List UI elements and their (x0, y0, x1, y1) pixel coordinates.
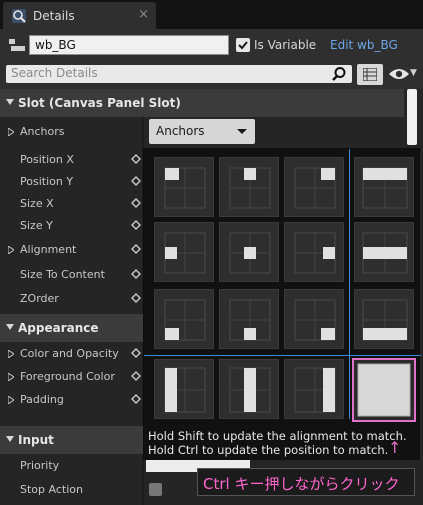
anchor-preset-bottom-left[interactable] (154, 289, 214, 349)
position-y-label: Position Y (20, 175, 74, 188)
anchor-bottom-center-icon (229, 299, 271, 341)
anchor-preset-top-left[interactable] (154, 157, 214, 217)
anchor-top-stretch-icon (362, 167, 408, 209)
anchor-preset-right-stretch[interactable] (284, 359, 344, 419)
zorder-label: ZOrder (20, 292, 59, 305)
anchor-top-right-icon (294, 167, 336, 209)
anchor-presets-popup: Hold Shift to update the alignment to ma… (143, 148, 421, 460)
keyframe-diamond-icon[interactable] (131, 371, 141, 381)
anchor-preset-center-stretch[interactable] (354, 222, 414, 282)
anchor-preset-middle-right[interactable] (284, 222, 344, 282)
keyframe-diamond-icon[interactable] (131, 394, 141, 404)
anchor-preset-vertical-center-stretch[interactable] (219, 359, 279, 419)
annotation-arrow: ↑ (388, 438, 402, 457)
anchor-preset-center[interactable] (219, 222, 279, 282)
anchors-dropdown[interactable]: Anchors (149, 119, 255, 144)
color-and-opacity-label: Color and Opacity (20, 347, 119, 360)
is-variable-label: Is Variable (254, 38, 317, 52)
alignment-label: Alignment (20, 243, 77, 256)
size-to-content-label: Size To Content (20, 268, 105, 281)
tab-details[interactable]: Details × (3, 2, 156, 29)
widget-type-icon (9, 39, 25, 51)
anchor-preset-top-stretch[interactable] (354, 157, 414, 217)
anchor-right-stretch-icon (294, 367, 336, 413)
chevron-down-icon (237, 129, 247, 134)
checkmark-icon (238, 41, 248, 50)
collapse-arrow-icon (6, 324, 14, 330)
anchor-preset-bottom-center[interactable] (219, 289, 279, 349)
anchors-label: Anchors (20, 125, 65, 138)
hint-shift: Hold Shift to update the alignment to ma… (148, 429, 407, 443)
keyframe-diamond-icon[interactable] (131, 244, 141, 254)
expand-arrow-icon[interactable] (8, 350, 14, 358)
size-y-label: Size Y (20, 219, 53, 232)
anchor-preset-middle-left[interactable] (154, 222, 214, 282)
anchor-middle-right-icon (294, 232, 336, 274)
search-icon[interactable] (331, 66, 347, 82)
anchor-left-stretch-icon (164, 367, 206, 413)
expand-arrow-icon[interactable] (8, 128, 14, 136)
search-row: Search Details ▼ (0, 61, 423, 89)
expand-arrow-icon[interactable] (8, 246, 14, 254)
is-variable-checkbox[interactable] (236, 38, 250, 52)
tab-label: Details (33, 9, 75, 23)
widget-name-input[interactable]: wb_BG (29, 35, 229, 55)
keyframe-diamond-icon[interactable] (131, 348, 141, 358)
section-slot[interactable]: Slot (Canvas Panel Slot) (0, 89, 404, 117)
foreground-color-label: Foreground Color (20, 370, 115, 383)
size-x-label: Size X (20, 197, 54, 210)
tab-close-icon[interactable]: × (138, 7, 149, 22)
collapse-arrow-icon (6, 436, 14, 442)
anchor-center-stretch-icon (362, 232, 408, 274)
expand-arrow-icon[interactable] (8, 373, 14, 381)
anchor-center-icon (229, 232, 271, 274)
details-search-icon (12, 9, 26, 23)
anchor-preset-top-center[interactable] (219, 157, 279, 217)
edit-widget-link[interactable]: Edit wb_BG (330, 38, 398, 52)
keyframe-diamond-icon[interactable] (131, 293, 141, 303)
grid-icon (363, 68, 377, 81)
anchor-bottom-stretch-icon (362, 299, 408, 341)
anchor-middle-left-icon (164, 232, 206, 274)
anchor-preset-bottom-right[interactable] (284, 289, 344, 349)
preset-divider-vertical (349, 149, 350, 419)
section-input-label: Input (18, 433, 54, 447)
anchors-dropdown-label: Anchors (156, 124, 205, 138)
keyframe-diamond-icon[interactable] (131, 198, 141, 208)
position-x-label: Position X (20, 153, 74, 166)
anchor-preset-top-right[interactable] (284, 157, 344, 217)
anchor-bottom-left-icon (164, 299, 206, 341)
keyframe-diamond-icon[interactable] (131, 176, 141, 186)
annotation-callout: Ctrl キー押しながらクリック (197, 468, 415, 496)
stop-action-checkbox[interactable] (149, 483, 162, 496)
anchor-preset-stretch-both[interactable] (352, 358, 416, 422)
section-appearance-label: Appearance (18, 321, 99, 335)
anchor-vertical-center-stretch-icon (229, 367, 271, 413)
keyframe-diamond-icon[interactable] (131, 269, 141, 279)
expand-arrow-icon[interactable] (8, 396, 14, 404)
anchor-bottom-right-icon (294, 299, 336, 341)
anchor-top-left-icon (164, 167, 206, 209)
section-slot-label: Slot (Canvas Panel Slot) (18, 96, 181, 110)
search-details-input[interactable]: Search Details (6, 65, 352, 83)
priority-label: Priority (20, 459, 60, 472)
anchor-top-center-icon (229, 167, 271, 209)
property-matrix-button[interactable] (357, 64, 383, 85)
anchor-preset-bottom-stretch[interactable] (354, 289, 414, 349)
scrollbar-thumb[interactable] (407, 89, 417, 145)
keyframe-diamond-icon[interactable] (131, 220, 141, 230)
padding-label: Padding (20, 393, 64, 406)
tab-bar: Details × (0, 0, 423, 29)
chevron-down-icon[interactable]: ▼ (410, 68, 417, 78)
stop-action-label: Stop Action (20, 483, 83, 496)
anchor-preset-left-stretch[interactable] (154, 359, 214, 419)
view-options-eye-icon[interactable] (388, 67, 410, 81)
hint-ctrl: Hold Ctrl to update the position to matc… (148, 443, 389, 457)
widget-name-row: wb_BG Is Variable Edit wb_BG (0, 29, 423, 61)
collapse-arrow-icon (6, 99, 14, 105)
keyframe-diamond-icon[interactable] (131, 154, 141, 164)
preset-divider-horizontal (144, 355, 421, 356)
anchor-stretch-both-icon (357, 363, 411, 417)
